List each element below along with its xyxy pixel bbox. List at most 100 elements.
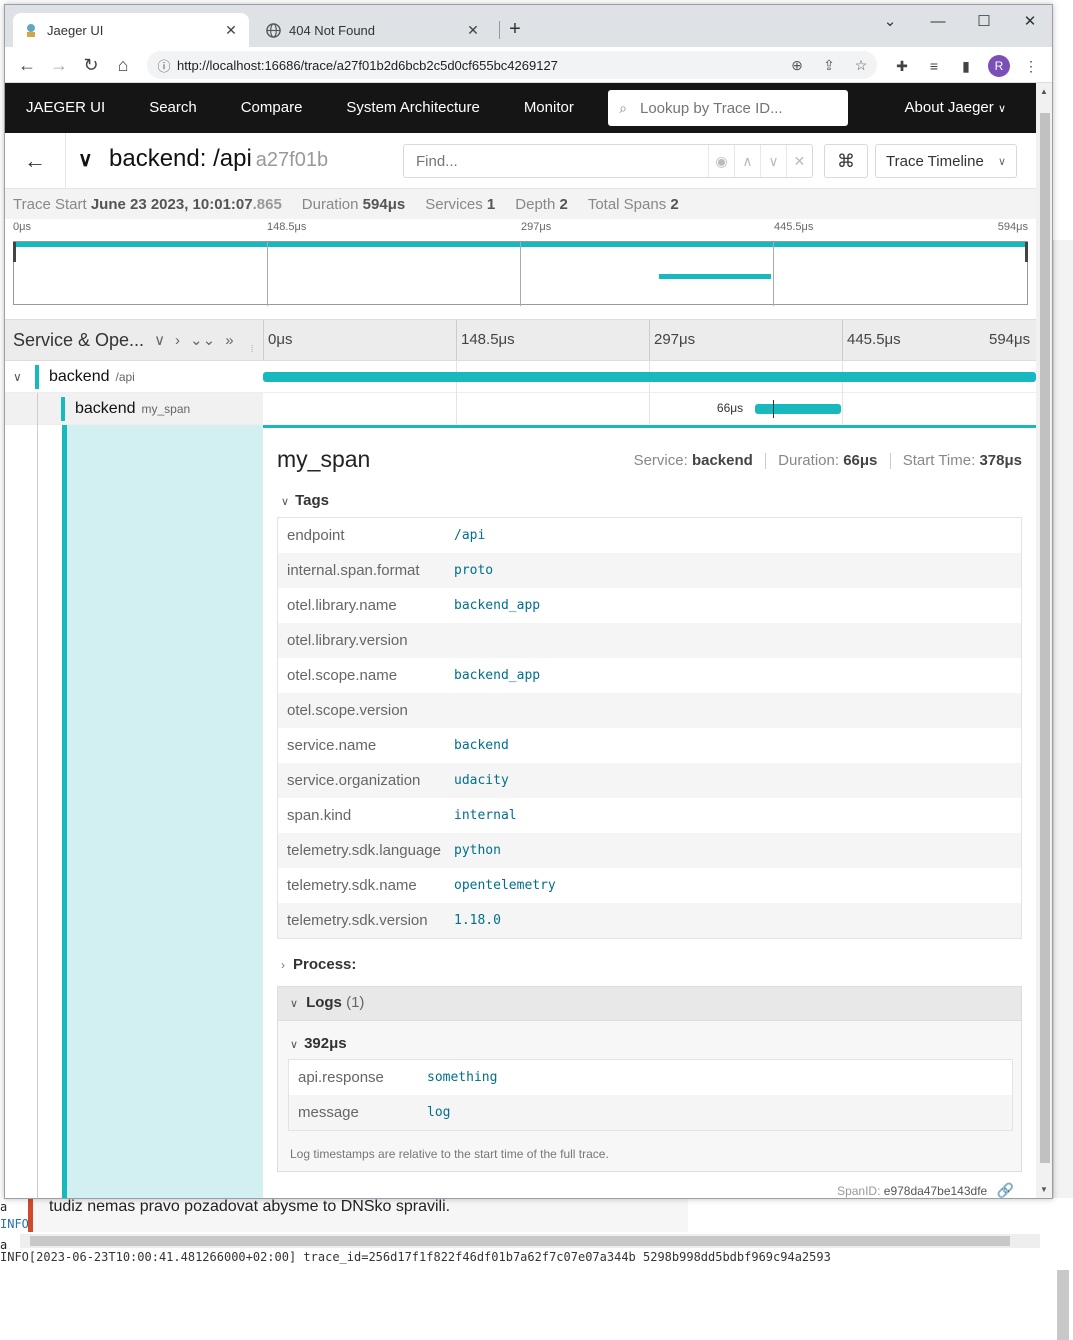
- span-service: backend: [49, 368, 110, 385]
- clear-icon[interactable]: ✕: [786, 145, 812, 177]
- double-chevron-right-icon[interactable]: »: [225, 332, 233, 349]
- log-field-key: api.response: [298, 1069, 384, 1086]
- minimap-canvas[interactable]: [13, 241, 1028, 306]
- log-field-row: message log: [289, 1095, 1012, 1130]
- tag-value: python: [454, 843, 501, 858]
- chevron-down-icon: ∨: [997, 155, 1006, 168]
- tag-row: internal.span.format proto: [278, 553, 1021, 588]
- nav-system-architecture[interactable]: System Architecture: [324, 83, 501, 133]
- logs-heading: Logs: [306, 994, 342, 1011]
- timeline-header: Service & Ope... ∨ › ⌄⌄ » ⦙ 0μs 148.5μs …: [5, 319, 1036, 361]
- profile-avatar[interactable]: R: [988, 55, 1010, 77]
- span-row-timeline[interactable]: 66μs: [263, 393, 1036, 425]
- forward-arrow-icon[interactable]: →: [47, 53, 71, 77]
- page-scrollbar[interactable]: ▲ ▼: [1036, 83, 1052, 1198]
- jaeger-icon: [23, 22, 39, 38]
- tab-title: 404 Not Found: [289, 22, 376, 38]
- span-row-label[interactable]: backend my_span: [5, 393, 263, 425]
- scroll-up-icon[interactable]: ▲: [1040, 87, 1048, 96]
- trace-id-lookup[interactable]: ⌕: [608, 90, 848, 126]
- tag-key: otel.library.name: [287, 597, 397, 614]
- chevron-down-icon[interactable]: ∨: [760, 145, 786, 177]
- reading-list-icon[interactable]: ≡: [923, 55, 945, 77]
- star-icon[interactable]: ☆: [845, 57, 877, 74]
- trace-minimap[interactable]: 0μs 148.5μs 297μs 445.5μs 594μs: [13, 221, 1028, 306]
- nav-monitor[interactable]: Monitor: [502, 83, 596, 133]
- maximize-icon[interactable]: ☐: [961, 9, 1007, 35]
- chevron-down-icon[interactable]: ⌄: [867, 9, 913, 35]
- brand-link[interactable]: JAEGER UI: [5, 83, 127, 133]
- nav-compare[interactable]: Compare: [219, 83, 325, 133]
- minimize-icon[interactable]: —: [915, 9, 961, 35]
- span-row-label[interactable]: ∨ backend /api: [5, 361, 263, 393]
- span-bar[interactable]: [754, 404, 841, 414]
- chevron-down-icon[interactable]: ∨: [78, 147, 93, 172]
- link-icon[interactable]: 🔗: [997, 1182, 1014, 1198]
- view-select[interactable]: Trace Timeline ∨: [875, 144, 1017, 178]
- span-row-selected[interactable]: backend my_span 66μs: [5, 393, 1036, 425]
- span-id[interactable]: SpanID: e978da47be143dfe 🔗: [837, 1182, 1014, 1198]
- span-service: backend: [75, 400, 136, 417]
- globe-icon: [265, 22, 281, 38]
- close-icon[interactable]: ✕: [465, 22, 481, 39]
- double-chevron-down-icon[interactable]: ⌄⌄: [190, 331, 215, 349]
- span-detail-meta: Service: backend Duration: 66μs Start Ti…: [634, 452, 1022, 470]
- chevron-up-icon[interactable]: ∧: [734, 145, 760, 177]
- new-tab-button[interactable]: +: [503, 18, 527, 42]
- find-box[interactable]: ◉ ∧ ∨ ✕: [403, 144, 813, 178]
- back-button[interactable]: ←: [5, 133, 66, 189]
- background-scrollbar[interactable]: [1053, 240, 1073, 1340]
- chevron-right-icon[interactable]: ›: [175, 332, 180, 349]
- timeline-gridline: [842, 393, 843, 425]
- minimap-handle-left[interactable]: [13, 242, 16, 262]
- column-resizer[interactable]: ⦙: [251, 344, 253, 355]
- info-icon[interactable]: ⓘ: [151, 56, 177, 75]
- span-duration-label: 66μs: [716, 401, 744, 415]
- background-char: a: [0, 1200, 8, 1214]
- meta-start-time: 378μs: [979, 452, 1022, 469]
- background-scroll-thumb[interactable]: [1057, 1270, 1069, 1340]
- background-hscroll-thumb[interactable]: [30, 1236, 1010, 1246]
- menu-dots-icon[interactable]: ⋮: [1020, 55, 1042, 77]
- home-icon[interactable]: ⌂: [111, 53, 135, 77]
- span-operation: my_span: [141, 402, 191, 416]
- log-marker[interactable]: [773, 400, 775, 418]
- close-icon[interactable]: ✕: [223, 22, 239, 39]
- span-row[interactable]: ∨ backend /api: [5, 361, 1036, 393]
- span-bar[interactable]: [263, 372, 1036, 382]
- tag-key: endpoint: [287, 527, 345, 544]
- locate-icon[interactable]: ◉: [708, 145, 734, 177]
- process-section-toggle[interactable]: › Process:: [281, 956, 356, 973]
- timeline-tick: 148.5μs: [456, 320, 515, 360]
- tag-key: span.kind: [287, 807, 352, 824]
- window-close-icon[interactable]: ✕: [1007, 9, 1052, 35]
- tag-row: otel.library.version: [278, 623, 1021, 658]
- log-entry-toggle[interactable]: ∨ 392μs: [290, 1035, 347, 1052]
- trace-id-input[interactable]: [638, 98, 848, 118]
- chevron-down-icon[interactable]: ∨: [13, 370, 27, 384]
- logs-section-toggle[interactable]: ∨ Logs (1): [278, 987, 1021, 1021]
- zoom-icon[interactable]: ⊕: [781, 57, 813, 74]
- back-arrow-icon[interactable]: ←: [15, 53, 39, 77]
- browser-tab-404[interactable]: 404 Not Found ✕: [255, 13, 491, 47]
- page-scroll-thumb[interactable]: [1040, 113, 1050, 1163]
- service-color-marker: [61, 397, 65, 421]
- extensions-icon[interactable]: ✚: [891, 55, 913, 77]
- side-panel-icon[interactable]: ▮: [955, 55, 977, 77]
- browser-tab-jaeger[interactable]: Jaeger UI ✕: [13, 13, 249, 47]
- reload-icon[interactable]: ↻: [79, 53, 103, 77]
- about-jaeger-menu[interactable]: About Jaeger ∨: [905, 83, 1006, 134]
- share-icon[interactable]: ⇪: [813, 57, 845, 74]
- span-row-timeline[interactable]: [263, 361, 1036, 393]
- url-text[interactable]: http://localhost:16686/trace/a27f01b2d6b…: [177, 58, 781, 73]
- keyboard-shortcuts-button[interactable]: ⌘: [824, 144, 868, 178]
- minimap-handle-right[interactable]: [1025, 242, 1028, 262]
- chevron-down-icon[interactable]: ∨: [154, 331, 165, 349]
- address-bar[interactable]: ⓘ http://localhost:16686/trace/a27f01b2d…: [147, 51, 877, 79]
- tags-section-toggle[interactable]: ∨ Tags: [281, 492, 329, 509]
- tag-row: telemetry.sdk.name opentelemetry: [278, 868, 1021, 903]
- nav-search[interactable]: Search: [127, 83, 219, 133]
- find-input[interactable]: [404, 146, 708, 176]
- scroll-down-icon[interactable]: ▼: [1040, 1185, 1048, 1194]
- tag-value: backend_app: [454, 668, 541, 683]
